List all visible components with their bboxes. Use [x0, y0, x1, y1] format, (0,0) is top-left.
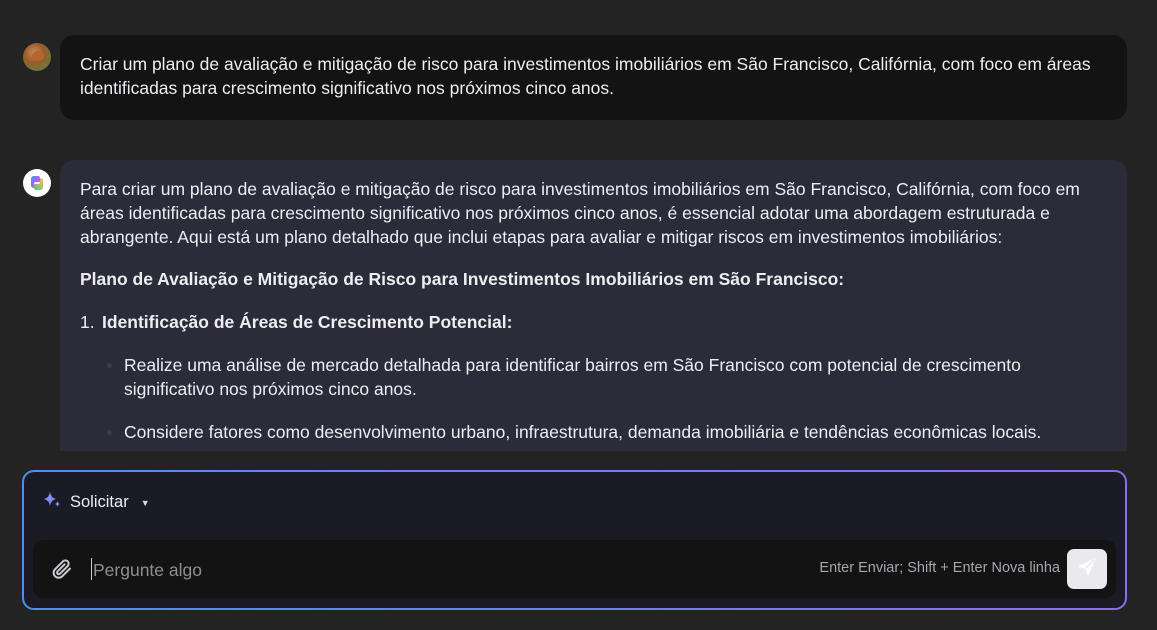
assistant-plan-heading: Plano de Avaliação e Mitigação de Risco …	[80, 269, 845, 289]
user-message-text: Criar um plano de avaliação e mitigação …	[80, 54, 1091, 98]
assistant-message-bubble: Para criar um plano de avaliação e mitig…	[60, 160, 1127, 451]
paperclip-icon[interactable]	[50, 557, 74, 581]
keyboard-hint: Enter Enviar; Shift + Enter Nova linha	[819, 560, 1060, 576]
user-message-bubble: Criar um plano de avaliação e mitigação …	[60, 35, 1127, 120]
send-button[interactable]	[1067, 549, 1107, 589]
mode-label: Solicitar	[70, 493, 129, 511]
assistant-intro-text: Para criar um plano de avaliação e mitig…	[80, 179, 1080, 247]
step-title: Identificação de Áreas de Crescimento Po…	[102, 312, 513, 332]
list-item: Considere fatores como desenvolvimento u…	[107, 420, 1107, 444]
chat-page: Criar um plano de avaliação e mitigação …	[0, 0, 1157, 630]
user-avatar	[23, 43, 51, 71]
step-number: 1.	[80, 312, 95, 332]
assistant-step-1: 1. Identificação de Áreas de Crescimento …	[80, 310, 1107, 334]
mode-selector-button[interactable]: Solicitar ▼	[42, 490, 150, 515]
copilot-logo-icon	[23, 169, 51, 197]
prompt-input[interactable]	[91, 554, 735, 586]
message-input-bar: Enter Enviar; Shift + Enter Nova linha	[33, 540, 1116, 598]
caret-down-icon: ▼	[140, 497, 150, 508]
list-item: Realize uma análise de mercado detalhada…	[107, 353, 1107, 401]
send-icon	[1077, 557, 1097, 582]
step-1-bullet-list: Realize uma análise de mercado detalhada…	[80, 353, 1107, 444]
sparkle-icon	[42, 490, 62, 515]
composer: Solicitar ▼ Enter Enviar; Shift + Enter …	[22, 470, 1127, 610]
